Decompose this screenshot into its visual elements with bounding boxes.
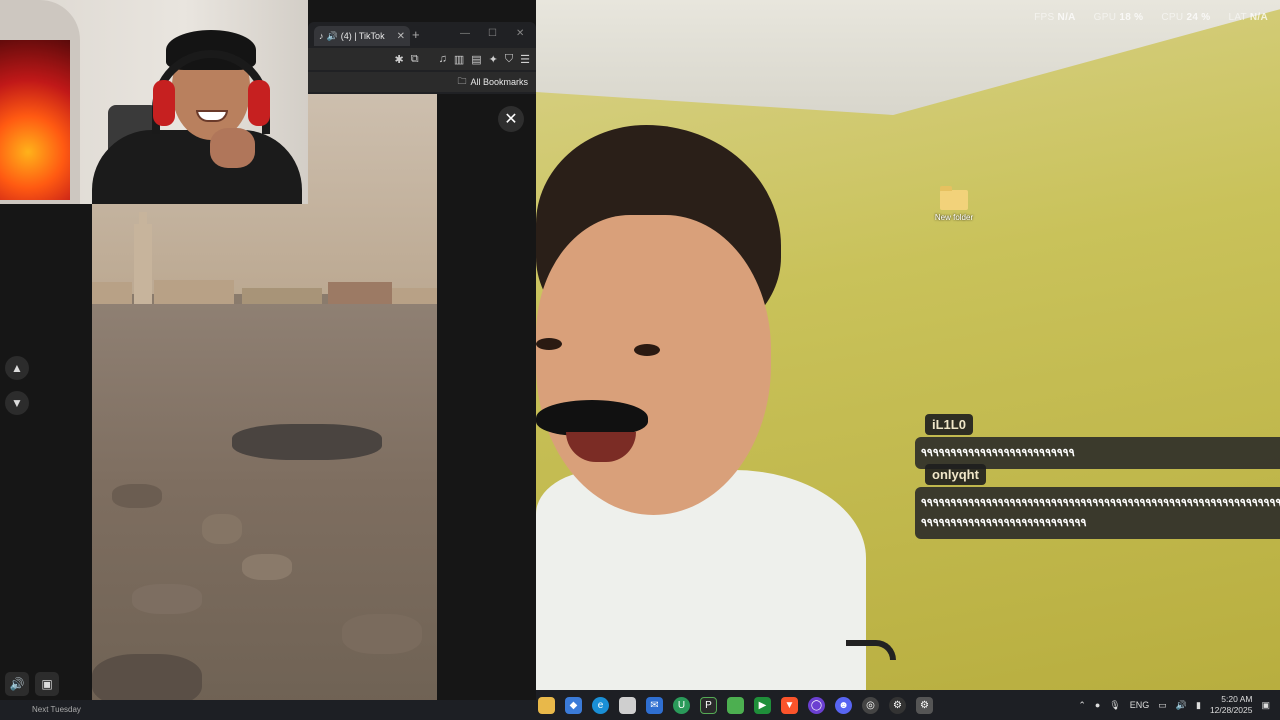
child-face [536,215,771,515]
rock [112,484,162,508]
cpu-stat: CPU 24 % [1161,12,1211,23]
browser-toolbar: ✱ ⧉ ♫ ▥ ▤ ✦ ⛉ ☰ [308,48,536,70]
taskbar-apps: ◆ e ✉ U P ▶ ▼ ◯ ☻ ◎ ⚙ ⚙ [538,696,933,714]
phone-icon: ▣ [41,677,53,691]
wallet-icon[interactable]: ▤ [471,53,481,66]
child-eye-left [536,338,562,350]
copilot-icon[interactable]: ◆ [565,696,582,714]
chat-line: ٩٩٩٩٩٩٩٩٩٩٩٩٩٩٩٩٩٩٩٩٩٩٩٩٩٩٩٩ [921,517,1087,529]
minaret [134,212,152,314]
leo-icon[interactable]: ✦ [489,53,498,66]
lat-stat: LAT N/A [1228,12,1268,23]
gpu-stat: GPU 18 % [1093,12,1144,23]
pycharm-icon[interactable]: P [700,696,717,714]
notifications-icon[interactable]: ▣ [1261,700,1270,711]
minecraft-icon[interactable] [727,696,744,714]
building [328,282,392,306]
rock [132,584,202,614]
rock [342,614,422,654]
fps-stat: FPS N/A [1034,12,1076,23]
headset-ear-left [153,80,175,126]
webcam-feed [0,0,308,204]
screen: FPS N/A GPU 18 % CPU 24 % LAT N/A New fo… [0,0,1280,720]
new-tab-button[interactable]: + [412,27,420,42]
device-button[interactable]: ▣ [35,672,59,696]
child-shirt [536,470,866,690]
close-window-icon[interactable]: ✕ [516,28,524,39]
clock-date: 12/28/2025 [1209,705,1253,715]
app-u-icon[interactable]: U [673,696,690,714]
close-tab-icon[interactable]: ✕ [397,31,405,42]
folder-icon [940,186,968,210]
desktop-folder[interactable]: New folder [934,186,974,222]
fireplace [0,40,70,200]
tab-tiktok[interactable]: ♪ 🔊 (4) | TikTok ✕ [314,26,410,46]
close-video-button[interactable]: ✕ [498,106,524,132]
all-bookmarks-link[interactable]: All Bookmarks [470,77,528,87]
next-video-button[interactable]: ▼ [5,391,29,415]
chat-username: iL1L0 [925,414,973,435]
building [154,280,234,304]
child-eye-right [634,344,660,356]
network-icon[interactable]: ▭ [1158,700,1167,711]
chrome-icon[interactable]: ◎ [862,696,879,714]
clock-time: 5:20 AM [1221,694,1253,704]
brave-icon[interactable]: ▼ [781,696,798,714]
arrow-app-icon[interactable]: ▶ [754,696,771,714]
file-explorer-icon[interactable] [538,696,555,714]
speaker-icon: 🔊 [9,677,25,691]
performance-overlay: FPS N/A GPU 18 % CPU 24 % LAT N/A [1034,12,1268,23]
battery-icon[interactable]: ▮ [1196,700,1201,711]
mail-icon[interactable]: ✉ [646,696,663,714]
previous-video-button[interactable]: ▲ [5,356,29,380]
chat-line: ٩٩٩٩٩٩٩٩٩٩٩٩٩٩٩٩٩٩٩٩٩٩٩٩٩٩٩٩٩٩٩٩٩٩٩٩٩٩٩٩… [921,497,1280,509]
headset-ear-right [248,80,270,126]
language-indicator[interactable]: ENG [1130,700,1150,710]
folder-icon: 🗀 [457,76,467,86]
rock [232,424,382,460]
person-body [92,130,302,204]
chevron-up-icon[interactable]: ⌃ [1078,700,1086,711]
edge-icon[interactable]: e [592,696,609,714]
system-tray: ⌃ ● 🎙 ENG ▭ 🔊 ▮ 5:20 AM 12/28/2025 ▣ [1078,694,1280,716]
discord-icon[interactable]: ☻ [835,696,852,714]
tray-app-icon[interactable]: ● [1095,700,1100,710]
chair-arm [846,640,896,660]
store-icon[interactable] [619,696,636,714]
chat-line: ٩٩٩٩٩٩٩٩٩٩٩٩٩٩٩٩٩٩٩٩٩٩٩٩٩٩ [921,447,1075,459]
clock[interactable]: 5:20 AM 12/28/2025 [1210,694,1253,716]
rock [202,514,242,544]
menu-icon[interactable]: ☰ [520,53,530,66]
bookmarks-bar: 🗀 All Bookmarks [308,72,536,92]
browser-window: ♪ 🔊 (4) | TikTok ✕ + — ☐ ✕ ✱ ⧉ ♫ ▥ ▤ ✦ ⛉… [308,22,536,94]
extensions-icon[interactable]: ✱ [395,53,404,66]
folder-label: New folder [934,213,974,222]
shield-icon[interactable]: ⛉ [505,53,513,66]
chat-username: onlyqht [925,464,986,485]
calendar-hint: Next Tuesday [32,705,81,714]
steam-icon[interactable]: ⚙ [889,696,906,714]
chat-message: onlyqht ٩٩٩٩٩٩٩٩٩٩٩٩٩٩٩٩٩٩٩٩٩٩٩٩٩٩٩٩٩٩٩٩… [915,464,1280,539]
tab-title: (4) | TikTok [340,31,385,41]
settings-icon[interactable]: ⚙ [916,696,933,714]
tiktok-icon: ♪ [319,31,324,41]
mustache-sticker [536,400,648,436]
translate-icon[interactable]: ⧉ [411,53,419,66]
rock [242,554,292,580]
building [92,282,132,304]
volume-button[interactable]: 🔊 [5,672,29,696]
maximize-icon[interactable]: ☐ [488,28,497,39]
minimize-icon[interactable]: — [460,28,470,39]
chat-message: iL1L0 ٩٩٩٩٩٩٩٩٩٩٩٩٩٩٩٩٩٩٩٩٩٩٩٩٩٩ [915,414,1280,469]
sidebar-icon[interactable]: ▥ [454,53,464,66]
volume-icon[interactable]: 🔊 [1176,700,1187,711]
chat-text: ٩٩٩٩٩٩٩٩٩٩٩٩٩٩٩٩٩٩٩٩٩٩٩٩٩٩٩٩٩٩٩٩٩٩٩٩٩٩٩٩… [915,487,1280,539]
media-icon[interactable]: ♫ [439,53,447,65]
hand [210,128,255,168]
taskbar: ◆ e ✉ U P ▶ ▼ ◯ ☻ ◎ ⚙ ⚙ ⌃ ● 🎙 ENG ▭ 🔊 ▮ … [536,690,1280,720]
obs-icon[interactable]: ◯ [808,696,825,714]
microphone-icon[interactable]: 🎙 [1109,700,1120,711]
audio-icon: 🔊 [326,30,338,41]
desktop-wallpaper [536,0,1280,690]
